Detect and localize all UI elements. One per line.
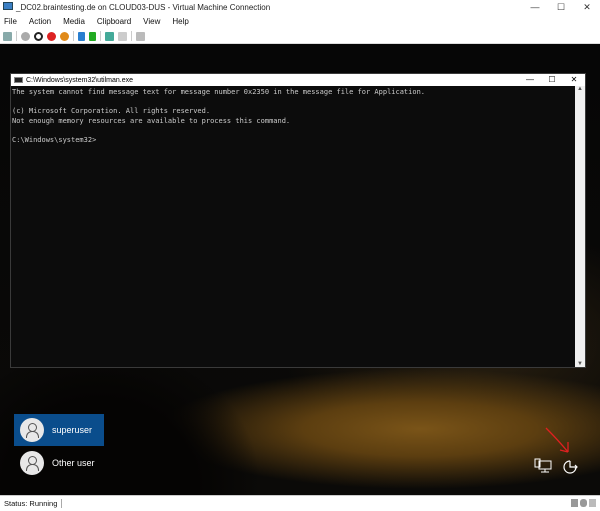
menu-file[interactable]: File bbox=[4, 17, 17, 26]
vm-connection-icon bbox=[3, 2, 13, 10]
menu-bar: File Action Media Clipboard View Help bbox=[0, 14, 600, 29]
scroll-down-icon[interactable]: ▼ bbox=[575, 361, 585, 367]
menu-help[interactable]: Help bbox=[172, 17, 188, 26]
console-maximize-button[interactable]: ☐ bbox=[541, 74, 563, 86]
keyboard-icon bbox=[571, 499, 578, 507]
pause-icon[interactable] bbox=[78, 31, 85, 41]
ctrl-alt-del-icon[interactable] bbox=[3, 31, 12, 41]
ease-of-access-icon[interactable] bbox=[561, 458, 579, 476]
save-icon[interactable] bbox=[60, 31, 69, 41]
menu-view[interactable]: View bbox=[143, 17, 160, 26]
cmd-icon bbox=[14, 77, 23, 83]
user-name: Other user bbox=[52, 458, 95, 468]
checkpoint-icon[interactable] bbox=[105, 31, 114, 41]
separator bbox=[100, 31, 101, 41]
console-title-bar[interactable]: C:\Windows\system32\utilman.exe — ☐ ✕ bbox=[11, 74, 585, 86]
user-name: superuser bbox=[52, 425, 93, 435]
network-icon[interactable] bbox=[534, 458, 552, 474]
enhanced-session-icon[interactable] bbox=[136, 31, 145, 41]
avatar bbox=[20, 451, 44, 475]
minimize-button[interactable]: — bbox=[522, 0, 548, 14]
user-tile-superuser[interactable]: superuser bbox=[14, 414, 104, 446]
menu-clipboard[interactable]: Clipboard bbox=[97, 17, 131, 26]
status-bar: Status: Running bbox=[0, 495, 600, 511]
lock-icon bbox=[589, 499, 596, 507]
console-close-button[interactable]: ✕ bbox=[563, 74, 585, 86]
annotation-arrow-icon bbox=[545, 427, 569, 453]
console-window[interactable]: C:\Windows\system32\utilman.exe — ☐ ✕ Th… bbox=[10, 73, 586, 368]
vm-screen[interactable]: C:\Windows\system32\utilman.exe — ☐ ✕ Th… bbox=[0, 44, 600, 495]
window-title: _DC02.braintesting.de on CLOUD03-DUS - V… bbox=[16, 2, 271, 12]
avatar bbox=[20, 418, 44, 442]
mouse-icon bbox=[580, 499, 587, 507]
separator bbox=[73, 31, 74, 41]
scroll-up-icon[interactable]: ▲ bbox=[575, 86, 585, 92]
close-button[interactable]: ✕ bbox=[574, 0, 600, 14]
status-text: Status: Running bbox=[0, 499, 63, 508]
turn-off-icon[interactable] bbox=[34, 31, 43, 41]
separator bbox=[131, 31, 132, 41]
console-scrollbar[interactable]: ▲ ▼ bbox=[575, 86, 585, 367]
maximize-button[interactable]: ☐ bbox=[548, 0, 574, 14]
separator bbox=[16, 31, 17, 41]
console-minimize-button[interactable]: — bbox=[519, 74, 541, 86]
console-output[interactable]: The system cannot find message text for … bbox=[11, 86, 585, 145]
title-bar: _DC02.braintesting.de on CLOUD03-DUS - V… bbox=[0, 0, 600, 14]
toolbar bbox=[0, 29, 600, 44]
start-icon[interactable] bbox=[21, 31, 30, 41]
revert-icon[interactable] bbox=[118, 31, 127, 41]
menu-media[interactable]: Media bbox=[63, 17, 85, 26]
menu-action[interactable]: Action bbox=[29, 17, 51, 26]
user-tile-other-user[interactable]: Other user bbox=[14, 447, 104, 479]
reset-icon[interactable] bbox=[89, 31, 96, 41]
console-title: C:\Windows\system32\utilman.exe bbox=[26, 76, 133, 84]
shutdown-icon[interactable] bbox=[47, 31, 56, 41]
